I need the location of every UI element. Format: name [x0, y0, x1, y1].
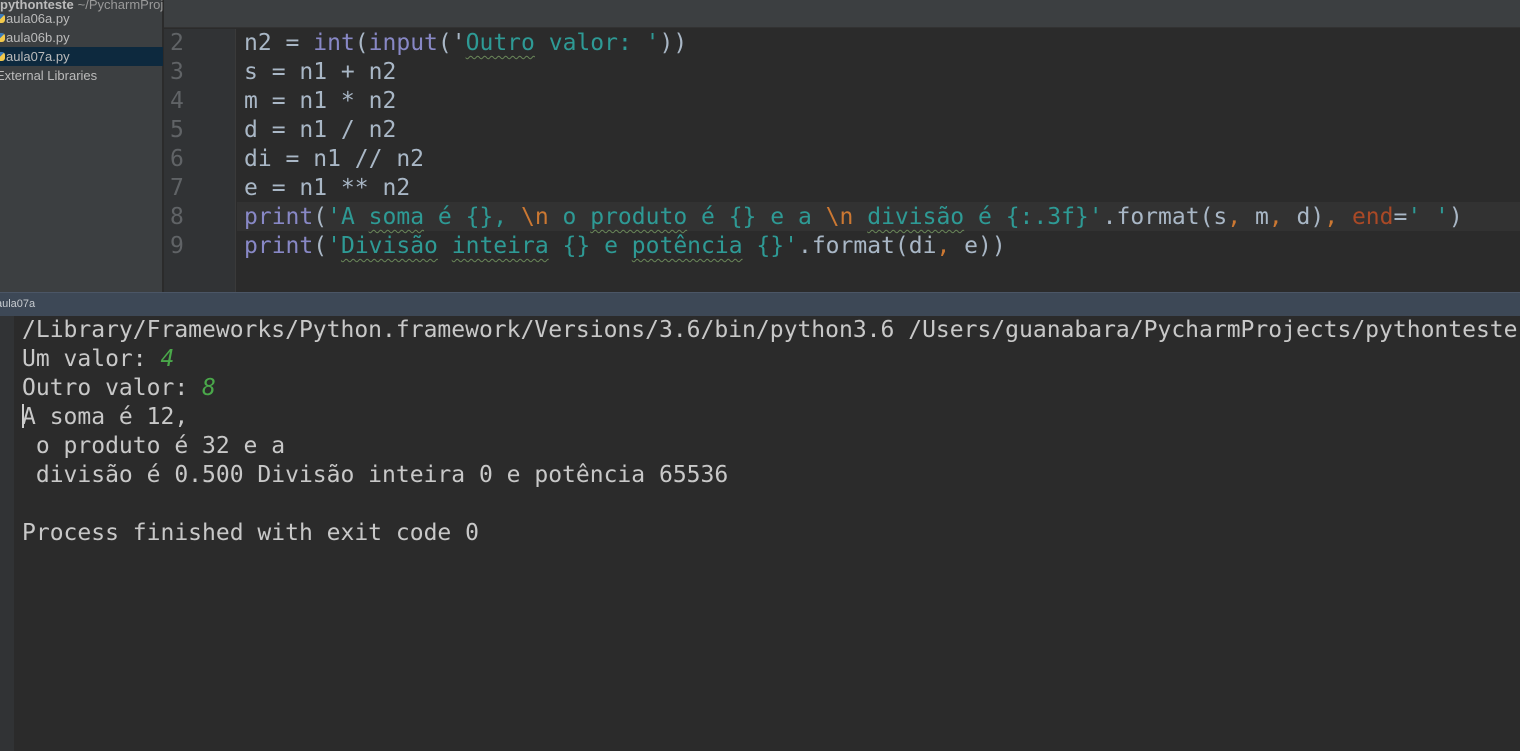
code-token: Outro [465, 30, 535, 56]
console-line: Outro valor: 8 [22, 374, 216, 403]
code-token: )) [659, 30, 688, 56]
user-input: 8 [202, 375, 216, 401]
code-token: {}' [742, 233, 798, 259]
code-token: soma [368, 204, 425, 230]
output-text: divisão é 0.500 Divisão inteira 0 e potê… [22, 462, 729, 488]
code-token: produto [590, 204, 688, 230]
code-token: .format(di [797, 233, 937, 259]
code-token: ( [313, 233, 328, 259]
user-input: 4 [160, 346, 175, 372]
code-token: ' [451, 30, 466, 56]
python-file-icon [0, 52, 5, 61]
code-token: o [548, 204, 591, 230]
file-aula06b[interactable]: aula06b.py [0, 28, 163, 47]
code-token: \n [825, 204, 854, 230]
line-number: 3 [170, 59, 184, 85]
code-token: print [244, 204, 314, 230]
code-token: m [1254, 204, 1269, 230]
output-text: o produto é 32 e a [22, 433, 286, 459]
code-token: print [244, 233, 314, 259]
text-caret [22, 404, 24, 428]
console-line: divisão é 0.500 Divisão inteira 0 e potê… [22, 461, 728, 490]
output-text: Outro valor: [22, 375, 203, 401]
code-token: ( [354, 30, 369, 56]
code-line[interactable]: print('Divisão inteira {} e potência {}'… [244, 232, 1006, 261]
code-token: n2 = [244, 30, 314, 56]
code-token: Divisão [340, 233, 438, 259]
code-line[interactable]: m = n1 * n2 [244, 87, 396, 116]
code-token: di = n1 // n2 [244, 146, 425, 172]
code-line[interactable]: di = n1 // n2 [244, 145, 424, 174]
console-line: A soma é 12, [22, 403, 188, 432]
code-token: potência [631, 233, 743, 259]
python-file-icon [0, 14, 5, 23]
code-token: m = n1 * n2 [244, 88, 397, 114]
file-aula07a[interactable]: aula07a.py [0, 47, 163, 66]
python-file-icon [0, 33, 5, 42]
line-number: 4 [170, 88, 184, 114]
code-token: .format(s [1102, 204, 1228, 230]
code-token: , [1268, 204, 1297, 230]
code-token: d = n1 / n2 [244, 117, 397, 143]
code-token: ) [1448, 204, 1463, 230]
code-token: = [1393, 204, 1408, 230]
code-token: {} e [548, 233, 632, 259]
code-token: end [1351, 204, 1394, 230]
file-aula06a[interactable]: aula06a.py [0, 9, 163, 28]
line-number: 7 [170, 175, 184, 201]
output-text: Process finished with exit code 0 [22, 520, 479, 546]
output-text: /Library/Frameworks/Python.framework/Ver… [22, 317, 1518, 343]
code-token: int [313, 30, 355, 56]
code-token: ' ' [1407, 204, 1449, 230]
line-number: 5 [170, 117, 184, 143]
console-line: /Library/Frameworks/Python.framework/Ver… [22, 316, 1518, 345]
run-tab-label: aula07a [0, 298, 36, 310]
code-token: inteira [451, 233, 549, 259]
run-console-tab[interactable]: aula07a [0, 292, 1520, 316]
code-token: , [936, 233, 965, 259]
console-line: Process finished with exit code 0 [22, 519, 479, 548]
console-line: Um valor: 4 [22, 345, 174, 374]
code-token: valor: ' [534, 30, 660, 56]
code-line[interactable]: e = n1 ** n2 [244, 174, 410, 203]
console-line: o produto é 32 e a [22, 432, 285, 461]
code-token: é {}, [424, 204, 521, 230]
line-number: 8 [170, 204, 184, 230]
code-token: d) [1296, 204, 1325, 230]
output-text: Um valor: [22, 346, 161, 372]
code-token: , [1227, 204, 1255, 230]
code-token: é {:.3f}' [964, 204, 1103, 230]
code-token: divisão [867, 204, 965, 230]
code-token: ' [327, 233, 341, 259]
code-line[interactable]: s = n1 + n2 [244, 58, 396, 87]
external-libraries[interactable]: External Libraries [0, 66, 153, 85]
code-token: ( [313, 204, 328, 230]
code-token: , [1324, 204, 1352, 230]
code-token: e = n1 ** n2 [244, 175, 411, 201]
code-token: s = n1 + n2 [244, 59, 397, 85]
output-text: A soma é 12, [22, 404, 189, 430]
line-number: 9 [170, 233, 184, 259]
line-number: 2 [170, 30, 184, 56]
code-token: ( [437, 30, 452, 56]
code-token: 'A [327, 204, 369, 230]
code-token: é {} e a [687, 204, 826, 230]
line-number: 6 [170, 146, 184, 172]
code-line[interactable]: n2 = int(input('Outro valor: ')) [244, 29, 687, 58]
editor-tab-bar [164, 0, 1520, 28]
code-token: e)) [964, 233, 1006, 259]
code-line[interactable]: d = n1 / n2 [244, 116, 396, 145]
code-token: input [368, 30, 438, 56]
code-line[interactable]: print('A soma é {}, \n o produto é {} e … [244, 203, 1463, 232]
project-sidebar: pythonteste ~/PycharmProj aula06a.py aula… [0, 0, 163, 292]
code-token: \n [520, 204, 549, 230]
